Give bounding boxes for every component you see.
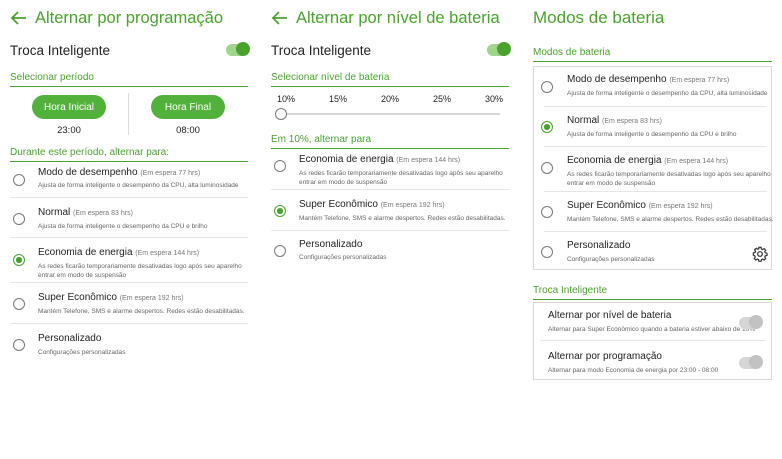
option-description: Configurações personalizadas — [299, 254, 387, 261]
gear-icon[interactable] — [752, 246, 768, 262]
option-title: Super Econômico (Em espera 192 hrs) — [567, 200, 713, 211]
smart-switch-row: Troca Inteligente — [10, 38, 250, 62]
option-title: Personalizado — [299, 239, 363, 250]
option-title: Personalizado — [567, 240, 631, 251]
divider — [128, 93, 129, 135]
radio-button-selected[interactable] — [13, 254, 25, 266]
radio-button[interactable] — [541, 246, 553, 258]
battery-level-toggle[interactable] — [739, 315, 763, 329]
radio-button-selected[interactable] — [274, 205, 286, 217]
tick-label: 10% — [277, 94, 296, 104]
app-bar: Alternar por programação — [0, 0, 258, 36]
option-description: Ajusta de forma inteligente o desempenho… — [567, 131, 737, 138]
option-title: Personalizado — [38, 333, 102, 344]
radio-button[interactable] — [13, 213, 25, 225]
radio-button-selected[interactable] — [541, 121, 553, 133]
battery-level-slider-thumb[interactable] — [275, 108, 287, 120]
page-title: Alternar por programação — [35, 8, 224, 27]
radio-button[interactable] — [13, 298, 25, 310]
option-title: Economia de energia (Em espera 144 hrs) — [38, 247, 200, 258]
option-title: Super Econômico (Em espera 192 hrs) — [299, 199, 445, 210]
radio-button[interactable] — [274, 245, 286, 257]
battery-level-panel: Alternar por nível de bateria Troca Inte… — [261, 0, 519, 459]
option-description: As redes ficarão temporariamente desativ… — [38, 263, 242, 279]
section-header-period: Selecionar período — [10, 72, 248, 87]
smart-switch-label: Troca Inteligente — [10, 42, 111, 58]
smart-switch-row: Troca Inteligente — [271, 38, 511, 62]
option-description: Configurações personalizadas — [38, 349, 126, 356]
option-description: Ajusta de forma inteligente o desempenho… — [38, 223, 208, 230]
smart-switch-toggle[interactable] — [487, 42, 511, 56]
radio-button[interactable] — [13, 174, 25, 186]
option-description: Configurações personalizadas — [567, 256, 655, 263]
back-arrow-icon[interactable] — [9, 8, 29, 28]
smart-switch-card: Alternar por nível de bateria Alternar p… — [533, 302, 772, 380]
smart-item-description: Alternar para modo Economia de energia p… — [548, 367, 719, 374]
section-header-switch-to: Em 10%, alternar para — [271, 134, 509, 149]
tick-label: 15% — [328, 94, 347, 104]
schedule-panel: Alternar por programação Troca Inteligen… — [0, 0, 258, 459]
radio-button[interactable] — [541, 81, 553, 93]
section-header-smart-switch: Troca Inteligente — [533, 285, 772, 300]
radio-button[interactable] — [541, 162, 553, 174]
slider-tick-labels: 10% 15% 20% 25% 30% — [277, 94, 503, 104]
option-description: Mantém Telefone, SMS e alarme despertos.… — [38, 308, 245, 315]
smart-item-title: Alternar por programação — [548, 351, 662, 362]
option-description: Mantém Telefone, SMS e alarme despertos.… — [567, 216, 774, 223]
option-title: Modo de desempenho (Em espera 77 hrs) — [567, 74, 730, 85]
radio-button[interactable] — [541, 206, 553, 218]
page-title: Modos de bateria — [533, 8, 665, 27]
mode-option-super-saver[interactable]: Super Econômico (Em espera 192 hrs) Mant… — [10, 283, 248, 324]
option-description: Ajusta de forma inteligente o desempenho… — [38, 182, 239, 189]
mode-option-super-saver[interactable]: Super Econômico (Em espera 192 hrs) Mant… — [271, 190, 509, 231]
option-title: Modo de desempenho (Em espera 77 hrs) — [38, 167, 201, 178]
option-description: Mantém Telefone, SMS e alarme despertos.… — [299, 215, 506, 222]
option-description: Ajusta de forma inteligente o desempenho… — [567, 90, 768, 97]
end-time-button[interactable]: Hora Final — [151, 95, 225, 119]
mode-option-power-saving[interactable]: Economia de energia (Em espera 144 hrs) … — [541, 147, 771, 192]
end-time-value: 08:00 — [176, 125, 200, 136]
mode-option-performance[interactable]: Modo de desempenho (Em espera 77 hrs) Aj… — [10, 160, 248, 198]
section-header-modes: Modos de bateria — [533, 47, 772, 62]
modes-card: Modo de desempenho (Em espera 77 hrs) Aj… — [533, 66, 774, 270]
option-description: As redes ficarão temporariamente desativ… — [567, 171, 771, 187]
mode-option-custom[interactable]: Personalizado Configurações personalizad… — [541, 232, 767, 270]
battery-modes-panel: Modos de bateria Modos de bateria Modo d… — [523, 0, 782, 459]
mode-option-super-saver[interactable]: Super Econômico (Em espera 192 hrs) Mant… — [541, 192, 774, 232]
option-title: Economia de energia (Em espera 144 hrs) — [299, 154, 461, 165]
radio-button[interactable] — [13, 339, 25, 351]
tick-label: 20% — [380, 94, 399, 104]
tick-label: 25% — [432, 94, 451, 104]
schedule-toggle[interactable] — [739, 355, 763, 369]
app-bar: Modos de bateria — [523, 0, 782, 36]
smart-item-schedule[interactable]: Alternar por programação Alternar para m… — [540, 341, 765, 379]
battery-level-slider-track[interactable] — [280, 113, 500, 115]
app-bar: Alternar por nível de bateria — [261, 0, 519, 36]
mode-option-power-saving[interactable]: Economia de energia (Em espera 144 hrs) … — [271, 148, 509, 190]
option-title: Normal (Em espera 83 hrs) — [567, 115, 662, 126]
smart-switch-toggle[interactable] — [226, 42, 250, 56]
mode-option-normal[interactable]: Normal (Em espera 83 hrs) Ajusta de form… — [10, 198, 248, 238]
section-header-battery-level: Selecionar nível de bateria — [271, 72, 509, 87]
mode-option-power-saving[interactable]: Economia de energia (Em espera 144 hrs) … — [10, 238, 248, 283]
smart-item-title: Alternar por nível de bateria — [548, 310, 672, 321]
mode-option-normal[interactable]: Normal (Em espera 83 hrs) Ajusta de form… — [541, 107, 767, 147]
start-time-button[interactable]: Hora Inicial — [32, 95, 106, 119]
mode-option-custom[interactable]: Personalizado Configurações personalizad… — [10, 324, 248, 364]
page-title: Alternar por nível de bateria — [296, 8, 500, 27]
option-title: Normal (Em espera 83 hrs) — [38, 207, 133, 218]
option-description: As redes ficarão temporariamente desativ… — [299, 170, 503, 186]
option-title: Super Econômico (Em espera 192 hrs) — [38, 292, 184, 303]
radio-button[interactable] — [274, 160, 286, 172]
back-arrow-icon[interactable] — [270, 8, 290, 28]
mode-option-custom[interactable]: Personalizado Configurações personalizad… — [271, 231, 509, 269]
tick-label: 30% — [484, 94, 503, 104]
option-title: Economia de energia (Em espera 144 hrs) — [567, 155, 729, 166]
smart-item-battery-level[interactable]: Alternar por nível de bateria Alternar p… — [540, 303, 765, 341]
smart-item-description: Alternar para Super Econômico quando a b… — [548, 326, 756, 333]
mode-option-performance[interactable]: Modo de desempenho (Em espera 77 hrs) Aj… — [541, 67, 768, 107]
smart-switch-label: Troca Inteligente — [271, 42, 372, 58]
start-time-value: 23:00 — [57, 125, 81, 136]
